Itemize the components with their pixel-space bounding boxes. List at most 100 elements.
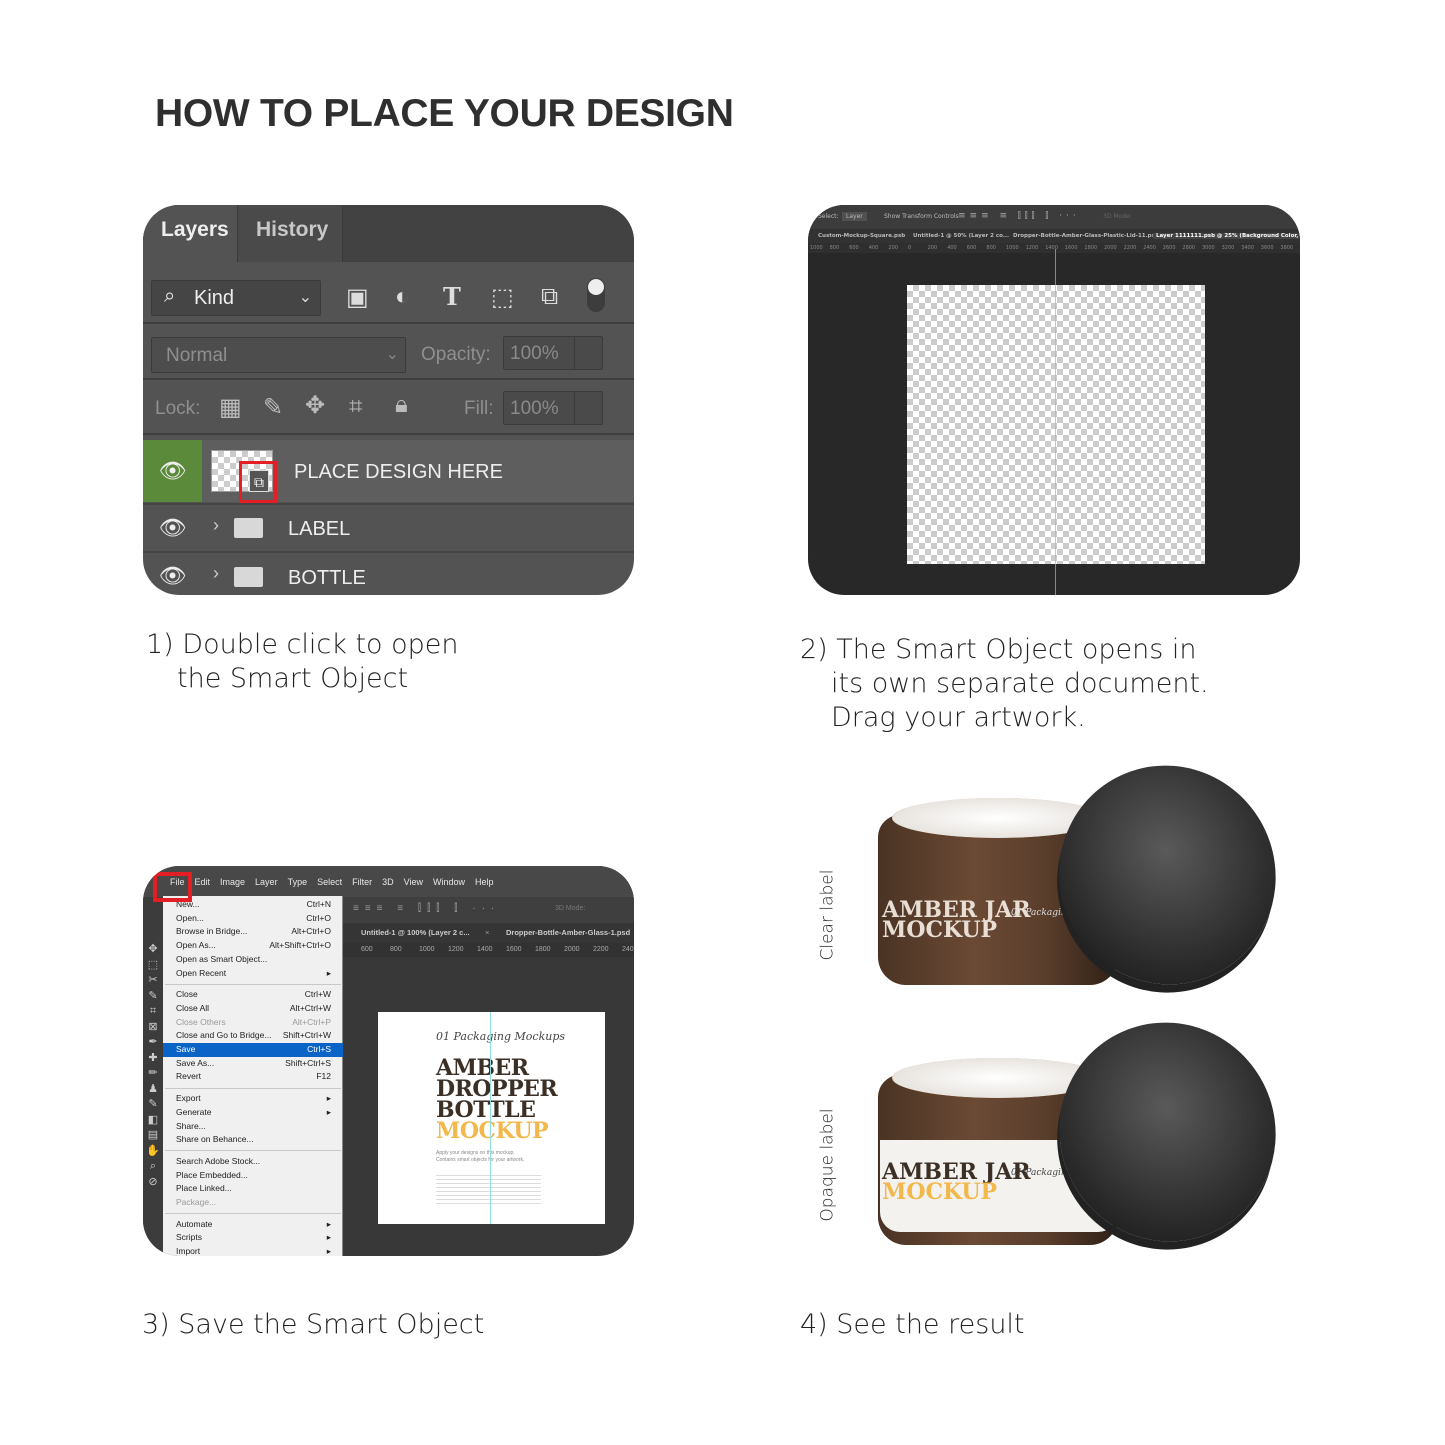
caption-line: 1) Double click to open	[146, 629, 459, 660]
ruler-tick: 2400	[1143, 245, 1156, 251]
folder-icon	[234, 567, 263, 587]
document-tab[interactable]: Untitled-1 @ 100% (Layer 2 c...	[361, 928, 470, 937]
move-icon[interactable]: ✥	[305, 391, 325, 420]
menu-item-revert[interactable]: Revert F12	[163, 1070, 343, 1084]
menu-item-close[interactable]: Close Ctrl+W	[163, 988, 343, 1002]
menu-type[interactable]: Type	[283, 877, 313, 887]
adjustment-filter-icon[interactable]: ◐	[395, 283, 410, 311]
menu-item-shortcut: ▸	[326, 1106, 331, 1117]
filter-toggle[interactable]	[587, 278, 605, 312]
align-icons[interactable]: ≡≡≡ ≡ ⫿⫿⫿ ⫿ ···	[958, 211, 1080, 221]
menu-item-open-recent[interactable]: Open Recent ▸	[163, 967, 343, 981]
menu-item-automate[interactable]: Automate ▸	[163, 1218, 343, 1232]
layer-row-label[interactable]: 👁︎ › LABEL	[143, 503, 634, 551]
clear-label-caption: Clear label	[817, 869, 838, 961]
menu-item-place-embedded[interactable]: Place Embedded...	[163, 1169, 343, 1183]
brush-icon[interactable]: ✎	[263, 393, 283, 422]
document-tab[interactable]: Untitled-1 @ 50% (Layer 2 co...	[913, 233, 1009, 239]
lock-transparent-pixels-icon[interactable]: ▦	[219, 393, 242, 422]
menu-image[interactable]: Image	[215, 877, 250, 887]
menu-filter[interactable]: Filter	[347, 877, 377, 887]
menu-edit[interactable]: Edit	[190, 877, 216, 887]
menu-item-close-others[interactable]: Close Others Alt+Ctrl+P	[163, 1016, 343, 1030]
jar-title: AMBER JAR MOCKUP	[882, 897, 1031, 943]
menu-view[interactable]: View	[399, 877, 428, 887]
menu-item-label: Package...	[176, 1197, 217, 1207]
file-menu-highlight	[153, 872, 192, 902]
show-transform-checkbox[interactable]: Show Transform Controls	[884, 213, 959, 220]
menu-item-share-on-behance[interactable]: Share on Behance...	[163, 1133, 343, 1147]
ruler-tick: 800	[390, 946, 402, 953]
menu-item-close-all[interactable]: Close All Alt+Ctrl+W	[163, 1002, 343, 1016]
document-tab[interactable]: Layer 1111111.psb @ 25% (Background Colo…	[1153, 233, 1300, 239]
fill-field[interactable]: 100%	[503, 391, 603, 425]
shape-filter-icon[interactable]: ⬚	[491, 283, 514, 312]
menu-item-save[interactable]: Save Ctrl+S	[163, 1043, 343, 1057]
tab-layers[interactable]: Layers	[143, 205, 237, 262]
menu-item-open[interactable]: Open... Ctrl+O	[163, 912, 343, 926]
eye-icon[interactable]: 👁︎	[143, 553, 202, 595]
chevron-right-icon[interactable]: ›	[213, 563, 219, 584]
layer-row-place-design[interactable]: 👁︎ ⧉ PLACE DESIGN HERE	[143, 440, 634, 503]
menu-select[interactable]: Select	[312, 877, 347, 887]
smart-object-highlight: ⧉	[239, 461, 277, 503]
menu-item-open-as[interactable]: Open As... Alt+Shift+Ctrl+O	[163, 939, 343, 953]
menu-item-place-linked[interactable]: Place Linked...	[163, 1182, 343, 1196]
blend-mode-select[interactable]: Normal ⌄	[151, 337, 406, 373]
artwork-document[interactable]: 01 Packaging Mockups AMBER DROPPER BOTTLE …	[378, 1012, 605, 1224]
eye-icon[interactable]: 👁︎	[143, 440, 202, 502]
transparent-canvas[interactable]	[907, 285, 1205, 564]
ruler-tick: 800	[986, 245, 996, 251]
menu-item-import[interactable]: Import ▸	[163, 1245, 343, 1256]
document-tab[interactable]: Dropper-Bottle-Amber-Glass-Plastic-Lid-1…	[1013, 233, 1159, 239]
menu-item-shortcut: Alt+Shift+Ctrl+O	[269, 940, 331, 951]
smart-object-filter-icon[interactable]: ⧉	[541, 283, 558, 311]
ruler-tick: 2200	[593, 946, 609, 953]
opacity-field[interactable]: 100%	[503, 336, 603, 370]
ruler-tick: 1800	[1084, 245, 1098, 251]
ruler-tick: 200	[927, 245, 938, 251]
caption-line: 2) The Smart Object opens in	[800, 634, 1197, 665]
menu-window[interactable]: Window	[428, 877, 470, 887]
menu-item-save-as[interactable]: Save As... Shift+Ctrl+S	[163, 1057, 343, 1071]
layer-row-bottle[interactable]: 👁︎ › BOTTLE	[143, 551, 634, 595]
tab-history[interactable]: History	[237, 205, 343, 262]
filter-kind-select[interactable]: ⌕ Kind ⌄	[151, 280, 321, 316]
align-icons[interactable]: ≡≡≡ ≡ ⫿⫿⫿ ⫿ ···	[353, 903, 500, 914]
image-filter-icon[interactable]: ▣	[346, 283, 369, 312]
menu-item-shortcut: F12	[316, 1071, 331, 1082]
menu-item-label: Save As...	[176, 1057, 215, 1068]
menu-help[interactable]: Help	[470, 877, 499, 887]
document-tab[interactable]: Custom-Mockup-Square.psb	[818, 233, 905, 239]
menu-3d[interactable]: 3D	[377, 877, 399, 887]
menu-item-share[interactable]: Share...	[163, 1120, 343, 1134]
menu-item-label: Close and Go to Bridge...	[176, 1030, 272, 1041]
type-filter-icon[interactable]: T	[443, 282, 461, 311]
filter-kind-label: Kind	[194, 287, 235, 309]
tool-icons[interactable]: ✥ ⬚ ✂ ✎ ⌗ ⊠ ✒ ✚ ✏ ♟ ✎ ◧ ▤ ✋ ⌕ ⊘	[143, 897, 163, 1190]
menu-item-search-adobe-stock[interactable]: Search Adobe Stock...	[163, 1155, 343, 1169]
menu-item-browse-in-bridge[interactable]: Browse in Bridge... Alt+Ctrl+O	[163, 925, 343, 939]
menu-item-label: Save	[176, 1044, 196, 1054]
smart-object-icon[interactable]: ⧉	[249, 470, 269, 492]
opacity-label: Opacity:	[421, 344, 491, 365]
menu-item-label: Open Recent	[176, 967, 227, 978]
menu-item-label: Export	[176, 1093, 201, 1104]
menu-item-open-as-smart-object[interactable]: Open as Smart Object...	[163, 953, 343, 967]
menu-item-shortcut: Ctrl+W	[304, 989, 331, 1000]
menu-layer[interactable]: Layer	[250, 877, 283, 887]
select-dropdown[interactable]: Layer	[842, 212, 867, 221]
tools-panel: ✥ ⬚ ✂ ✎ ⌗ ⊠ ✒ ✚ ✏ ♟ ✎ ◧ ▤ ✋ ⌕ ⊘	[143, 897, 163, 1256]
document-tab[interactable]: Dropper-Bottle-Amber-Glass-1.psd	[506, 928, 630, 937]
lock-icon[interactable]: 🔒︎	[395, 391, 408, 419]
menu-item-scripts[interactable]: Scripts ▸	[163, 1231, 343, 1245]
menu-item-shortcut: Alt+Ctrl+O	[291, 926, 331, 937]
chevron-right-icon[interactable]: ›	[213, 515, 219, 536]
menu-item-package[interactable]: Package...	[163, 1196, 343, 1210]
menu-item-close-and-go-to-bridge[interactable]: Close and Go to Bridge... Shift+Ctrl+W	[163, 1029, 343, 1043]
menu-item-generate[interactable]: Generate ▸	[163, 1106, 343, 1120]
artboard-icon[interactable]: ⌗	[349, 393, 363, 421]
eye-icon[interactable]: 👁︎	[143, 505, 202, 551]
menu-item-export[interactable]: Export ▸	[163, 1092, 343, 1106]
ruler-tick: 1600	[506, 946, 522, 953]
